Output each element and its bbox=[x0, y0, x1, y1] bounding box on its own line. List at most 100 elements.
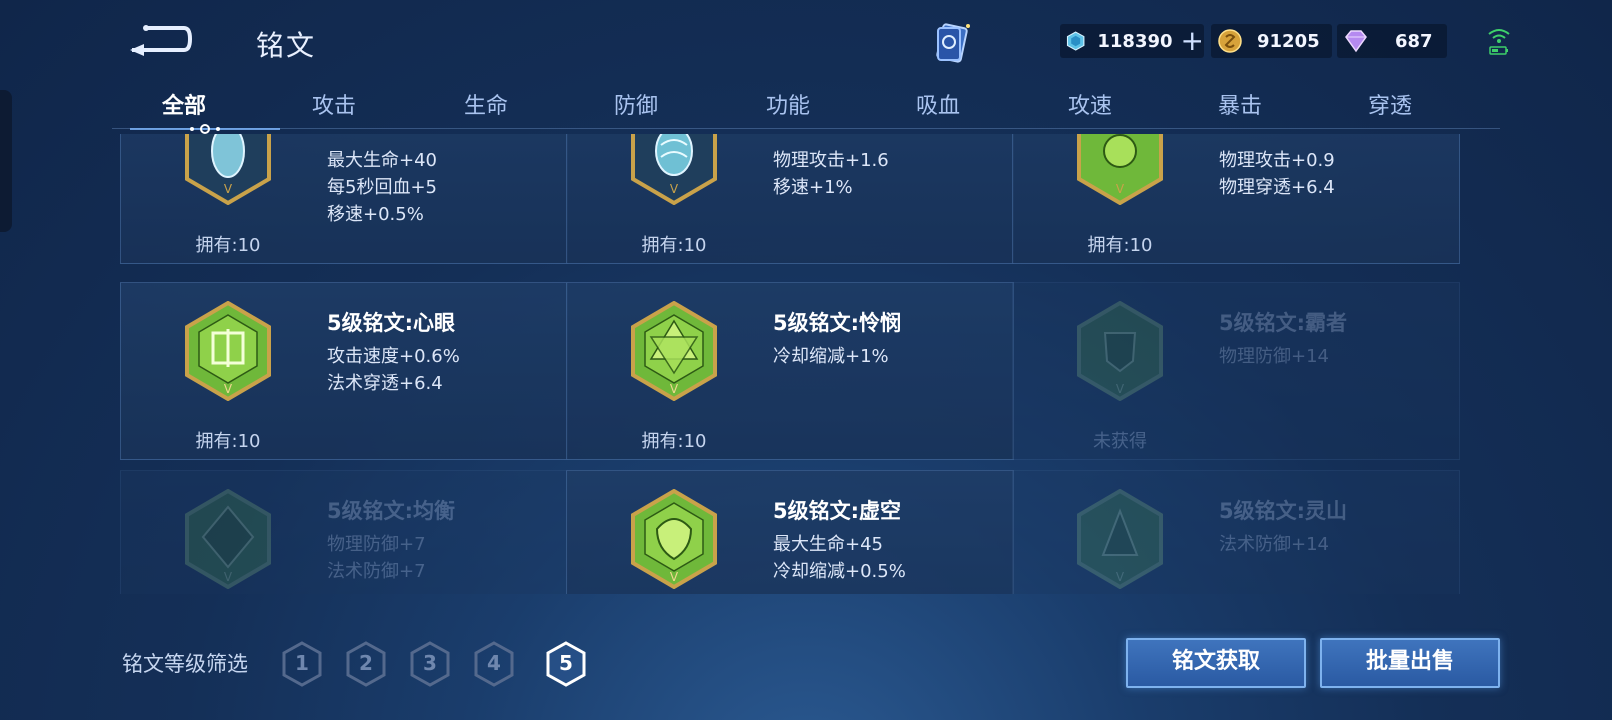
svg-text:V: V bbox=[670, 182, 679, 196]
gem-amount: 118390 bbox=[1097, 30, 1173, 52]
level-number: 4 bbox=[487, 651, 501, 675]
level-filter-5-selected[interactable]: 5 bbox=[544, 640, 588, 688]
inscription-stats: 攻击速度+0.6% 法术穿透+6.4 bbox=[327, 343, 460, 397]
svg-text:V: V bbox=[1116, 182, 1125, 196]
stat-line: 法术穿透+6.4 bbox=[327, 373, 443, 394]
svg-text:V: V bbox=[224, 182, 233, 196]
level-number: 3 bbox=[423, 651, 437, 675]
inscription-badge-icon: V bbox=[631, 301, 717, 401]
inscription-card[interactable]: V 5级铭文:怜悯 冷却缩减+1% 拥有:10 bbox=[566, 282, 1014, 460]
stat-line: 最大生命+45 bbox=[773, 534, 883, 555]
inscription-stats: 物理防御+14 bbox=[1219, 343, 1329, 370]
inscription-stats: 物理攻击+1.6 移速+1% bbox=[773, 147, 889, 201]
inscription-name: 5级铭文:霸者 bbox=[1219, 311, 1348, 335]
inscription-name: 5级铭文:怜悯 bbox=[773, 311, 902, 335]
stat-line: 冷却缩减+0.5% bbox=[773, 561, 906, 582]
tab-health[interactable]: 生命 bbox=[426, 88, 546, 120]
inscription-card-locked[interactable]: V 5级铭文:霸者 物理防御+14 未获得 bbox=[1012, 282, 1460, 460]
stat-line: 法术防御+14 bbox=[1219, 534, 1329, 555]
stat-line: 冷却缩减+1% bbox=[773, 346, 889, 367]
owned-count: 拥有:10 bbox=[641, 431, 707, 452]
page-title: 铭文 bbox=[256, 29, 317, 62]
gem-currency: 118390 + bbox=[1060, 24, 1204, 58]
svg-text:V: V bbox=[224, 570, 233, 584]
inscription-card[interactable]: V 5级铭文:心眼 攻击速度+0.6% 法术穿透+6.4 拥有:10 bbox=[120, 282, 568, 460]
coin-amount: 91205 bbox=[1257, 30, 1320, 52]
gold-coin-icon bbox=[1218, 29, 1242, 53]
level-filter-3[interactable]: 3 bbox=[408, 640, 452, 688]
stat-line: 移速+1% bbox=[773, 177, 853, 198]
level-filter-2[interactable]: 2 bbox=[344, 640, 388, 688]
inscription-stats: 物理防御+7 法术防御+7 bbox=[327, 531, 426, 585]
diamond-icon bbox=[1345, 30, 1367, 53]
inscription-badge-icon: V bbox=[185, 134, 271, 205]
level-filter-4[interactable]: 4 bbox=[472, 640, 516, 688]
owned-count: 拥有:10 bbox=[195, 235, 261, 256]
inscription-stats: 冷却缩减+1% bbox=[773, 343, 889, 370]
level-number: 1 bbox=[295, 651, 309, 675]
stat-line: 物理防御+7 bbox=[327, 534, 426, 555]
svg-text:V: V bbox=[670, 382, 679, 396]
inscription-badge-icon: V bbox=[1077, 301, 1163, 401]
diamond-currency: 687 bbox=[1337, 24, 1447, 58]
inscription-card[interactable]: V 5级铭文:虚空 最大生命+45 冷却缩减+0.5% bbox=[566, 470, 1014, 594]
tab-lifesteal[interactable]: 吸血 bbox=[878, 88, 998, 120]
inscription-badge-icon: V bbox=[631, 489, 717, 589]
tab-penetration[interactable]: 穿透 bbox=[1330, 88, 1450, 120]
stat-line: 攻击速度+0.6% bbox=[327, 346, 460, 367]
coin-currency: 91205 bbox=[1211, 24, 1332, 58]
bulk-sell-button[interactable]: 批量出售 bbox=[1320, 638, 1500, 688]
back-arrow-icon[interactable] bbox=[126, 22, 194, 56]
inscription-badge-icon: V bbox=[1077, 134, 1163, 205]
add-gem-button[interactable]: + bbox=[1181, 27, 1204, 55]
category-tabs: 全部 攻击 生命 防御 功能 吸血 攻速 暴击 穿透 bbox=[112, 84, 1500, 134]
inscription-card[interactable]: V 物理攻击+1.6 移速+1% 拥有:10 bbox=[566, 134, 1014, 264]
inscription-card[interactable]: V 最大生命+40 每5秒回血+5 移速+0.5% 拥有:10 bbox=[120, 134, 568, 264]
inscription-name: 5级铭文:灵山 bbox=[1219, 499, 1348, 523]
stat-line: 每5秒回血+5 bbox=[327, 177, 437, 198]
inscription-stats: 最大生命+40 每5秒回血+5 移速+0.5% bbox=[327, 147, 437, 228]
inscription-badge-icon: V bbox=[185, 489, 271, 589]
not-obtained-label: 未获得 bbox=[1093, 431, 1147, 452]
inscription-stats: 物理攻击+0.9 物理穿透+6.4 bbox=[1219, 147, 1335, 201]
inscription-card-locked[interactable]: V 5级铭文:均衡 物理防御+7 法术防御+7 bbox=[120, 470, 568, 594]
stat-line: 物理防御+14 bbox=[1219, 346, 1329, 367]
inscription-stats: 法术防御+14 bbox=[1219, 531, 1329, 558]
tab-attack-speed[interactable]: 攻速 bbox=[1030, 88, 1150, 120]
tab-function[interactable]: 功能 bbox=[728, 88, 848, 120]
stat-line: 移速+0.5% bbox=[327, 204, 424, 225]
stat-line: 物理穿透+6.4 bbox=[1219, 177, 1335, 198]
stat-line: 物理攻击+1.6 bbox=[773, 150, 889, 171]
inscription-card-icon[interactable] bbox=[928, 20, 976, 66]
level-filter-1[interactable]: 1 bbox=[280, 640, 324, 688]
svg-text:V: V bbox=[224, 382, 233, 396]
diamond-amount: 687 bbox=[1395, 30, 1433, 52]
inscription-card-locked[interactable]: V 5级铭文:灵山 法术防御+14 bbox=[1012, 470, 1460, 594]
tab-divider bbox=[112, 128, 1500, 129]
stat-line: 法术防御+7 bbox=[327, 561, 426, 582]
owned-count: 拥有:10 bbox=[641, 235, 707, 256]
stat-line: 最大生命+40 bbox=[327, 150, 437, 171]
svg-text:V: V bbox=[670, 570, 679, 584]
inscription-badge-icon: V bbox=[185, 301, 271, 401]
level-number: 5 bbox=[559, 651, 573, 675]
level-filter-label: 铭文等级筛选 bbox=[122, 652, 248, 676]
tab-all[interactable]: 全部 bbox=[124, 88, 244, 120]
side-handle[interactable] bbox=[0, 90, 12, 232]
owned-count: 拥有:10 bbox=[1087, 235, 1153, 256]
level-number: 2 bbox=[359, 651, 373, 675]
crystal-icon bbox=[1066, 31, 1085, 51]
inscription-stats: 最大生命+45 冷却缩减+0.5% bbox=[773, 531, 906, 585]
inscription-name: 5级铭文:心眼 bbox=[327, 311, 456, 335]
tab-crit[interactable]: 暴击 bbox=[1180, 88, 1300, 120]
inscription-badge-icon: V bbox=[1077, 489, 1163, 589]
tab-attack[interactable]: 攻击 bbox=[274, 88, 394, 120]
tab-defense[interactable]: 防御 bbox=[576, 88, 696, 120]
inscription-name: 5级铭文:均衡 bbox=[327, 499, 456, 523]
stat-line: 物理攻击+0.9 bbox=[1219, 150, 1335, 171]
inscription-badge-icon: V bbox=[631, 134, 717, 205]
svg-text:V: V bbox=[1116, 382, 1125, 396]
get-inscription-button[interactable]: 铭文获取 bbox=[1126, 638, 1306, 688]
owned-count: 拥有:10 bbox=[195, 431, 261, 452]
inscription-card[interactable]: V 物理攻击+0.9 物理穿透+6.4 拥有:10 bbox=[1012, 134, 1460, 264]
